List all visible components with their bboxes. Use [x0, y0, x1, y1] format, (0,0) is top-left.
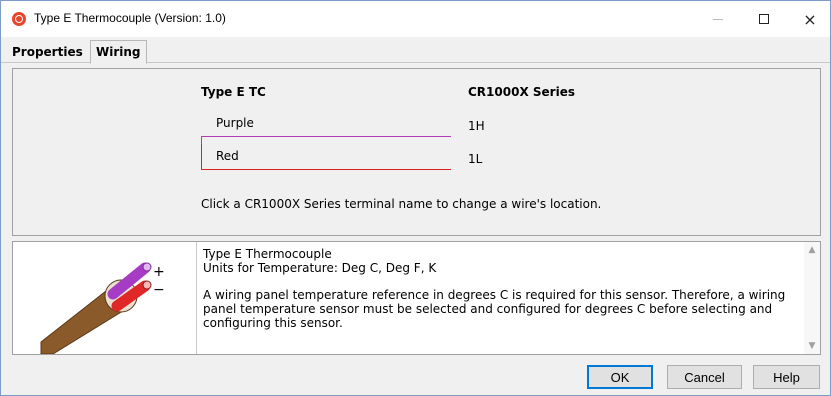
sensor-image: + − — [13, 242, 197, 355]
scroll-up-icon[interactable]: ▲ — [804, 242, 820, 258]
wiring-panel: Type E TC CR1000X Series Purple 1H Red 1… — [12, 68, 821, 236]
maximize-icon — [759, 14, 769, 24]
help-button[interactable]: Help — [753, 365, 820, 389]
wire-row-purple: Purple — [201, 111, 451, 144]
close-button[interactable]: × — [787, 1, 831, 37]
description-note: A wiring panel temperature reference in … — [203, 288, 786, 330]
tab-wiring[interactable]: Wiring — [90, 40, 147, 64]
description-scrollbar[interactable]: ▲ ▼ — [804, 242, 820, 354]
wire-connector-purple — [201, 137, 202, 144]
wiring-hint: Click a CR1000X Series terminal name to … — [201, 197, 602, 211]
datalogger-header: CR1000X Series — [468, 85, 575, 99]
wire-line-purple — [201, 136, 451, 137]
description-text: Type E Thermocouple Units for Temperatur… — [203, 247, 803, 330]
maximize-button[interactable] — [741, 1, 787, 37]
wire-row-red: Red — [201, 144, 451, 170]
tab-bar: Properties Wiring — [1, 37, 830, 64]
description-area: + − Type E Thermocouple Units for Temper… — [12, 241, 821, 355]
title-bar[interactable]: Type E Thermocouple (Version: 1.0) × — [1, 1, 830, 37]
minus-symbol: − — [153, 282, 165, 298]
ok-button[interactable]: OK — [587, 365, 653, 389]
description-units: Units for Temperature: Deg C, Deg F, K — [203, 261, 437, 275]
scroll-down-icon[interactable]: ▼ — [804, 338, 820, 354]
app-logo-icon — [12, 12, 26, 26]
wire-label-red: Red — [216, 149, 239, 163]
wire-line-red — [201, 169, 451, 170]
cancel-button[interactable]: Cancel — [667, 365, 742, 389]
window-title: Type E Thermocouple (Version: 1.0) — [34, 11, 226, 25]
wire-connector-red — [201, 144, 202, 170]
description-title: Type E Thermocouple — [203, 247, 332, 261]
plus-symbol: + — [153, 264, 165, 280]
wire-label-purple: Purple — [216, 116, 254, 130]
dialog-window: Type E Thermocouple (Version: 1.0) × Pro… — [0, 0, 831, 396]
terminal-1l[interactable]: 1L — [468, 152, 482, 166]
tab-properties[interactable]: Properties — [7, 42, 88, 63]
terminal-1h[interactable]: 1H — [468, 119, 485, 133]
minimize-button[interactable] — [695, 1, 741, 37]
sensor-header: Type E TC — [201, 85, 266, 99]
thermocouple-wire-icon: + − — [40, 262, 165, 355]
minimize-icon — [713, 18, 723, 20]
